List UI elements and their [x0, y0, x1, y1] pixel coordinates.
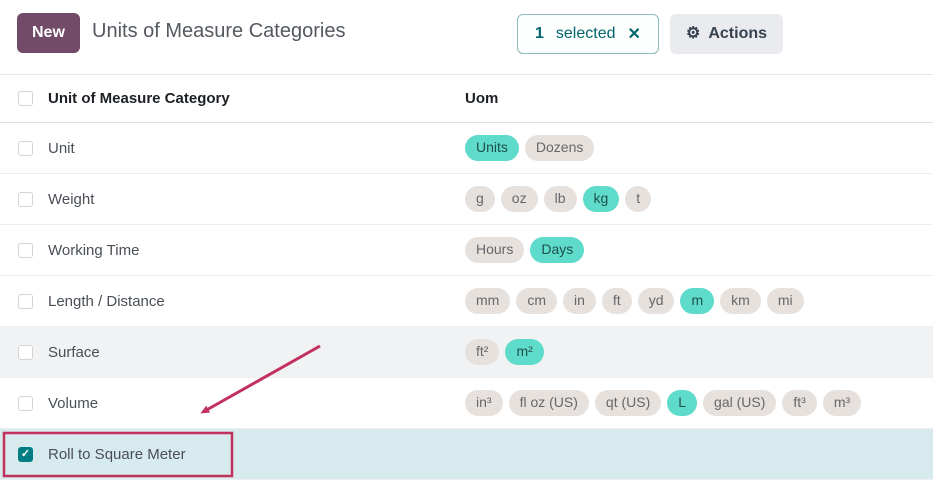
page-title: Units of Measure Categories	[92, 20, 345, 43]
table-row[interactable]: Unit UnitsDozens	[0, 123, 933, 174]
uom-tag: qt (US)	[595, 390, 661, 416]
selection-count: 1	[535, 25, 544, 43]
uom-tag: L	[667, 390, 697, 416]
row-checkbox[interactable]: ✓	[18, 447, 33, 462]
row-checkbox[interactable]	[18, 294, 33, 309]
uom-tags: in³fl oz (US)qt (US)Lgal (US)ft³ m³	[465, 390, 933, 416]
row-checkbox[interactable]	[18, 396, 33, 411]
actions-label: Actions	[708, 25, 767, 43]
table-body: Unit UnitsDozens Weight gozlbkgt Working…	[0, 123, 933, 480]
units-of-measure-categories-page: New Units of Measure Categories 1 select…	[0, 0, 933, 490]
uom-tag: m	[680, 288, 714, 314]
uom-tag: ft²	[465, 339, 499, 365]
control-panel: New Units of Measure Categories 1 select…	[0, 0, 933, 74]
uom-tags: HoursDays	[465, 237, 933, 263]
row-checkbox[interactable]	[18, 141, 33, 156]
uom-tag: oz	[501, 186, 538, 212]
new-button[interactable]: New	[17, 13, 80, 53]
actions-button[interactable]: ⚙ Actions	[670, 14, 783, 54]
uom-tag: kg	[583, 186, 620, 212]
table-row[interactable]: Working Time HoursDays	[0, 225, 933, 276]
uom-tag: t	[625, 186, 651, 212]
uom-tag: Days	[530, 237, 584, 263]
category-name[interactable]: Weight	[48, 191, 465, 208]
uom-tag: in³	[465, 390, 503, 416]
uom-tag: g	[465, 186, 495, 212]
category-name[interactable]: Working Time	[48, 242, 465, 259]
selection-badge: 1 selected ✕	[517, 14, 659, 54]
uom-tag: ft³	[782, 390, 816, 416]
uom-tags: gozlbkgt	[465, 186, 933, 212]
category-name[interactable]: Roll to Square Meter	[48, 446, 465, 463]
table-row[interactable]: ✓ Roll to Square Meter	[0, 429, 933, 480]
uom-tag: yd	[638, 288, 675, 314]
table-header-row: Unit of Measure Category Uom	[0, 75, 933, 123]
uom-tags: mmcminftydmkmmi	[465, 288, 933, 314]
table-row[interactable]: Volume in³fl oz (US)qt (US)Lgal (US)ft³ m…	[0, 378, 933, 429]
uom-tag: m²	[505, 339, 543, 365]
table-row[interactable]: Length / Distance mmcminftydmkmmi	[0, 276, 933, 327]
close-icon[interactable]: ✕	[628, 24, 641, 44]
gear-icon: ⚙	[686, 26, 700, 42]
uom-tag: Hours	[465, 237, 524, 263]
uom-tag: Units	[465, 135, 519, 161]
category-name[interactable]: Length / Distance	[48, 293, 465, 310]
selection-label: selected	[556, 25, 616, 43]
category-name[interactable]: Surface	[48, 344, 465, 361]
uom-tags: UnitsDozens	[465, 135, 933, 161]
uom-tag: in	[563, 288, 596, 314]
uom-tag: km	[720, 288, 761, 314]
category-name[interactable]: Unit	[48, 140, 465, 157]
uom-tag: m³	[823, 390, 861, 416]
row-checkbox[interactable]	[18, 192, 33, 207]
uom-tag: cm	[516, 288, 557, 314]
uom-tag: ft	[602, 288, 632, 314]
uom-tag: mm	[465, 288, 510, 314]
uom-tag: mi	[767, 288, 804, 314]
table-row[interactable]: Weight gozlbkgt	[0, 174, 933, 225]
row-checkbox[interactable]	[18, 243, 33, 258]
uom-tag: Dozens	[525, 135, 594, 161]
select-all-checkbox[interactable]	[18, 91, 33, 106]
uom-tag: lb	[544, 186, 577, 212]
category-name[interactable]: Volume	[48, 395, 465, 412]
column-header-category[interactable]: Unit of Measure Category	[48, 90, 465, 107]
table-row[interactable]: Surface ft²m²	[0, 327, 933, 378]
row-checkbox[interactable]	[18, 345, 33, 360]
uom-tag: fl oz (US)	[509, 390, 589, 416]
checkmark-icon: ✓	[21, 449, 30, 460]
uom-tags: ft²m²	[465, 339, 933, 365]
uom-categories-table: Unit of Measure Category Uom Unit UnitsD…	[0, 74, 933, 480]
uom-tag: gal (US)	[703, 390, 776, 416]
column-header-uom: Uom	[465, 90, 933, 107]
